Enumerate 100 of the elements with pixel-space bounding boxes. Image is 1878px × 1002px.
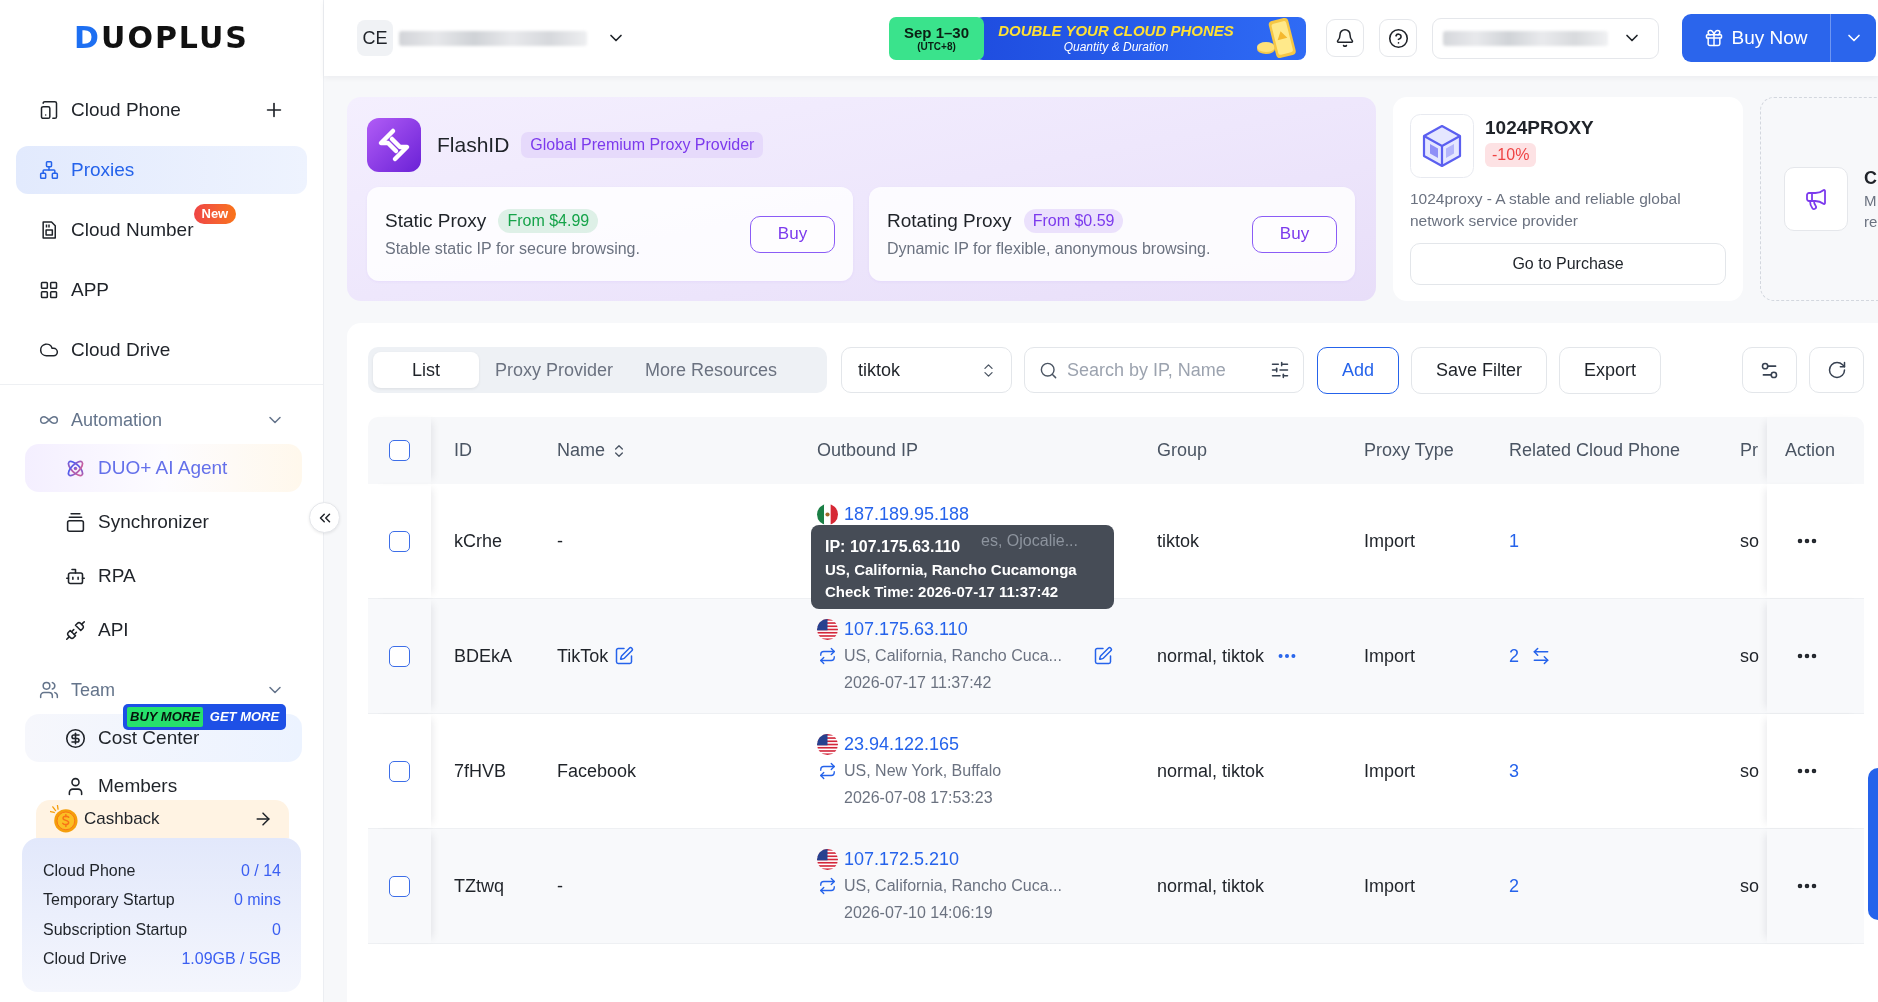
users-icon [39,680,59,700]
id-text: kCrhe [454,529,502,553]
help-icon [1387,27,1409,49]
sidebar-item[interactable]: Cloud Phone [16,86,307,134]
tooltip-check-time: Check Time: 2026-07-17 11:37:42 [825,581,1059,602]
column-header: ID [454,439,472,462]
toolbar-button[interactable]: Add [1317,346,1400,394]
provider-name: FlashID [437,132,510,159]
id-text: 7fHVB [454,759,507,783]
tooltip-title: IP: 107.175.63.110 [825,536,961,557]
swap-arrows-icon[interactable] [1531,646,1551,666]
cut-off-text: so [1740,874,1759,898]
ip-link[interactable]: 187.189.95.188 [844,500,970,528]
promo-highlight: BUY MORE [127,707,203,727]
name-text: TikTok [557,644,609,668]
sidebar-item[interactable]: Cloud Number New [16,206,307,254]
ip-link[interactable]: 107.172.5.210 [844,845,960,873]
sidebar-item[interactable]: Cloud Drive [16,326,307,374]
refresh-icon [1826,360,1847,380]
location-text: es, Ojocalie... [981,531,1078,551]
tooltip-location: US, California, Rancho Cucamonga [825,559,1077,580]
usage-label: Cloud Drive [43,949,127,970]
notifications-button[interactable] [1326,19,1364,57]
buy-button[interactable]: Buy [1252,215,1337,253]
group-text: normal, tiktok [1157,874,1265,898]
id-text: TZtwq [454,874,504,898]
us-flag-icon [817,618,838,640]
sidebar-item[interactable]: API [25,606,302,654]
floating-side-tab[interactable] [1868,768,1878,920]
price-tag: From $0.59 [1023,209,1124,233]
cut-off-text: so [1740,644,1759,668]
cloud-icon [39,340,59,360]
sidebar-item[interactable]: Proxies [16,146,307,194]
location-text: US, California, Rancho Cuca... [844,876,1062,896]
promo-badge[interactable]: BUY MORE GET MORE [123,704,287,730]
search-field[interactable]: Search by IP, Name [1024,347,1304,393]
plug-icon [65,619,86,641]
usage-label: Cloud Phone [43,860,136,881]
row-checkbox[interactable] [389,875,410,897]
ip-link[interactable]: 23.94.122.165 [844,730,960,758]
column-settings-button[interactable] [1742,347,1797,393]
usage-value: 0 mins [233,890,281,911]
row-checkbox[interactable] [389,530,410,552]
cashback-button[interactable]: Cashback [36,800,289,838]
id-text: BDEkA [454,644,513,668]
sidebar-item[interactable]: DUO+ AI Agent [25,444,302,492]
group-filter-select[interactable]: tiktok [841,347,1012,393]
sidebar-item[interactable]: Members [25,762,302,798]
swap-arrows-icon [817,647,838,665]
offer-title: Static Proxy [385,208,487,233]
related-phone-link[interactable]: 2 [1509,872,1519,900]
column-header[interactable]: Name [557,437,605,464]
view-tab[interactable]: Proxy Provider [479,352,630,388]
related-phone-link[interactable]: 1 [1509,527,1519,555]
row-checkbox[interactable] [389,645,410,667]
column-header: Outbound IP [817,439,919,462]
promo-title: C [1864,167,1878,190]
logo-icon [367,118,421,172]
buy-now-button[interactable]: Buy Now [1682,14,1830,62]
workspace-avatar[interactable]: CE [357,20,393,56]
column-header: Action [1785,439,1836,462]
location-text: US, California, Rancho Cuca... [844,646,1062,666]
select-all-checkbox[interactable] [389,440,410,461]
sidebar-group-header[interactable]: Automation [16,406,307,434]
grid-icon [39,280,59,300]
edit-icon[interactable] [614,646,635,666]
toolbar-button[interactable]: Export [1559,346,1662,394]
sidebar-item[interactable]: APP [16,266,307,314]
ip-link[interactable]: 107.175.63.110 [844,615,968,643]
coin-icon [50,805,78,833]
sidebar-item[interactable]: Synchronizer [25,498,302,546]
tablet-phone-icon [39,100,59,120]
view-tab[interactable]: More Resources [629,352,794,388]
view-tab[interactable]: List [373,352,479,388]
column-header: Group [1157,439,1208,462]
related-phone-link[interactable]: 3 [1509,757,1519,785]
column-header: Proxy Type [1364,439,1454,462]
megaphone-icon [1784,167,1848,231]
bell-icon [1335,28,1355,48]
buy-options-button[interactable] [1830,14,1876,62]
refresh-button[interactable] [1809,347,1864,393]
buy-button[interactable]: Buy [750,215,835,253]
related-phone-link[interactable]: 2 [1509,642,1519,670]
cut-off-text: so [1740,759,1759,783]
dollar-circle-icon [65,727,86,749]
ticket-timezone: (UTC+8) [917,40,956,53]
help-button[interactable] [1379,19,1417,57]
go-to-purchase-button[interactable]: Go to Purchase [1410,243,1726,285]
sidebar-group-header[interactable]: Team [16,676,307,704]
row-checkbox[interactable] [389,760,410,782]
sidebar-item[interactable]: RPA [25,552,302,600]
check-time-text: 2026-07-17 11:37:42 [844,673,992,693]
proxy-type-text: Import [1364,759,1415,783]
name-text: - [557,529,563,553]
new-badge: New [193,203,237,224]
filter-sliders-icon[interactable] [1270,360,1290,380]
toolbar-button[interactable]: Save Filter [1411,346,1548,394]
sim-card-icon [39,220,59,240]
group-text: normal, tiktok [1157,759,1265,783]
edit-icon[interactable] [1093,646,1113,666]
